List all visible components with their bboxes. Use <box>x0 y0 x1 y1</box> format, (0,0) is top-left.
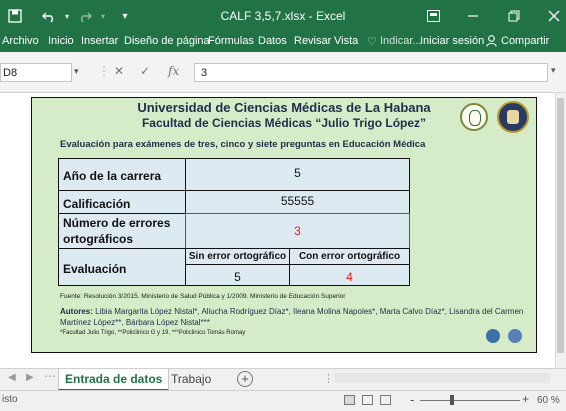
zoom-slider-knob[interactable] <box>450 395 454 405</box>
evaluation-subtitle: Evaluación para exámenes de tres, cinco … <box>60 139 426 150</box>
faculty-logo <box>460 103 488 131</box>
year-value[interactable]: 5 <box>185 158 410 191</box>
year-label: Año de la carrera <box>58 158 186 191</box>
tab-archivo[interactable]: Archivo <box>2 35 39 47</box>
errors-label: Número de errores ortográficos <box>58 213 186 249</box>
person-icon <box>486 35 497 50</box>
lightbulb-icon: ♡ <box>367 36 377 48</box>
share-button[interactable]: Compartir <box>501 35 549 47</box>
sheets-more-icon[interactable]: ⋯ <box>44 369 56 383</box>
formula-bar: D8 ▾ ⋮ ✕ ✓ fx 3 ▾ <box>0 52 566 93</box>
sheet-tab-trabajo[interactable]: Trabajo <box>165 369 217 389</box>
zoom-slider[interactable] <box>420 400 520 401</box>
expand-formula-bar-icon[interactable]: ▾ <box>551 65 556 76</box>
affiliation-footnote: *Facultad Julio Trigo, **Policlinico G y… <box>60 330 246 336</box>
zoom-out-button[interactable]: - <box>410 392 414 407</box>
evaluation-label: Evaluación <box>58 248 186 286</box>
formula-controls: ⋮ ✕ ✓ fx <box>96 63 192 82</box>
university-logo <box>497 101 529 133</box>
tab-inicio[interactable]: Inicio <box>48 35 74 47</box>
small-logo-1 <box>486 329 500 343</box>
add-sheet-button[interactable]: + <box>237 371 253 387</box>
scroll-sheets-left-icon[interactable]: ◀ <box>8 372 16 383</box>
small-logo-2 <box>508 329 522 343</box>
status-mode: isto <box>2 394 18 405</box>
normal-view-icon[interactable] <box>344 395 355 405</box>
name-box[interactable]: D8 <box>0 63 72 82</box>
tell-me-search[interactable]: Indicar... <box>380 35 422 47</box>
zoom-level[interactable]: 60 % <box>537 395 560 406</box>
grade-label: Calificación <box>58 190 186 214</box>
restore-icon[interactable] <box>505 7 523 25</box>
grade-value[interactable]: 55555 <box>185 190 410 214</box>
vertical-scrollbar-thumb[interactable] <box>557 98 564 353</box>
tab-diseno-de-pagina[interactable]: Diseño de página <box>124 35 210 47</box>
authors: Autores: Libia Margarita López Nistal*, … <box>60 306 534 328</box>
close-icon[interactable] <box>545 7 563 25</box>
minimize-icon[interactable] <box>464 7 482 25</box>
cancel-icon[interactable]: ✕ <box>114 64 124 78</box>
page-break-view-icon[interactable] <box>380 395 391 405</box>
tab-split-handle[interactable]: ⋮ <box>323 372 334 385</box>
scroll-sheets-right-icon[interactable]: ▶ <box>26 372 34 383</box>
tab-vista[interactable]: Vista <box>334 35 358 47</box>
signin-link[interactable]: Iniciar sesión <box>420 35 484 47</box>
ribbon-display-options-icon[interactable] <box>424 7 442 25</box>
zoom-in-button[interactable]: + <box>522 392 529 406</box>
tab-revisar[interactable]: Revisar <box>294 35 331 47</box>
formula-input[interactable]: 3 <box>194 63 548 82</box>
authors-list: Libia Margarita López Nistal*, Aliucha R… <box>60 307 524 327</box>
more-options-icon[interactable]: ⋮ <box>98 64 110 78</box>
enter-icon[interactable]: ✓ <box>140 64 150 78</box>
without-error-header: Sin error ortográfico <box>185 248 290 265</box>
with-error-value[interactable]: 4 <box>289 264 410 286</box>
title-bar: ▾ ▾ ▾ CALF 3,5,7.xlsx - Excel <box>0 0 566 32</box>
authors-label: Autores: <box>60 307 93 316</box>
page-layout-view-icon[interactable] <box>362 395 373 405</box>
without-error-value[interactable]: 5 <box>185 264 290 286</box>
with-error-header: Con error ortográfico <box>289 248 410 265</box>
insert-function-icon[interactable]: fx <box>168 64 179 78</box>
source-note: Fuente: Resolución 3/2015. Ministerio de… <box>60 293 346 300</box>
name-box-dropdown-icon[interactable]: ▾ <box>74 66 79 77</box>
tab-datos[interactable]: Datos <box>258 35 287 47</box>
sheet-tab-entrada-de-datos[interactable]: Entrada de datos <box>58 369 170 391</box>
errors-value[interactable]: 3 <box>185 213 410 249</box>
tab-formulas[interactable]: Fórmulas <box>208 35 254 47</box>
tab-insertar[interactable]: Insertar <box>81 35 118 47</box>
horizontal-scrollbar[interactable] <box>335 373 550 383</box>
ribbon-tabs: Archivo Inicio Insertar Diseño de página… <box>0 32 566 52</box>
